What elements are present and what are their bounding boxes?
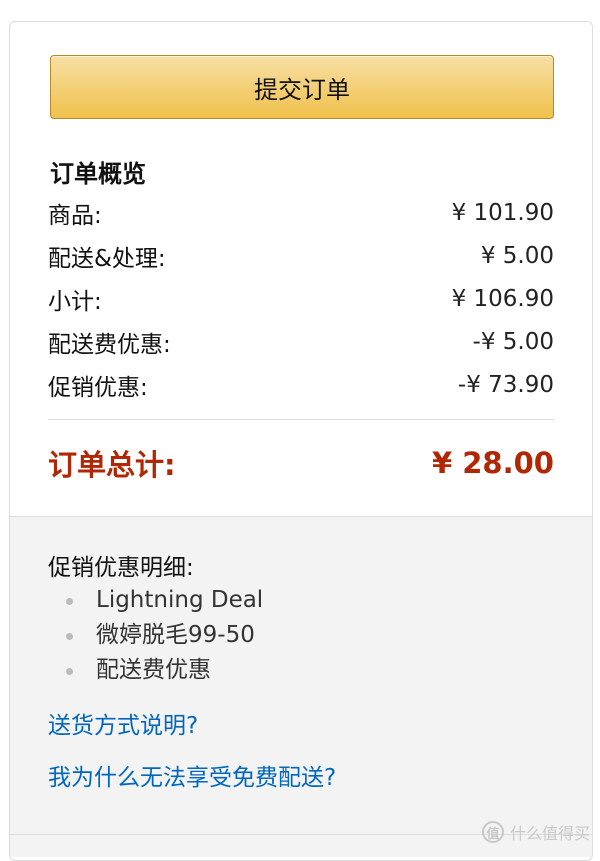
- promotion-item: 微婷脱毛99-50: [48, 618, 263, 653]
- row-label: 配送&处理:: [48, 246, 166, 272]
- order-total-row: 订单总计: ¥ 28.00: [48, 440, 554, 486]
- promotion-item-label: Lightning Deal: [96, 587, 264, 613]
- watermark-logo-icon: 值: [481, 821, 504, 843]
- row-label: 小计:: [48, 289, 102, 315]
- row-value: -¥ 73.90: [457, 372, 554, 398]
- bullet-icon: [66, 633, 73, 640]
- row-label: 配送费优惠:: [48, 332, 171, 358]
- promotion-item-label: 配送费优惠: [96, 657, 211, 683]
- summary-divider: [48, 419, 554, 420]
- row-value: ¥ 106.90: [451, 286, 554, 312]
- summary-row-shipping: 配送&处理: ¥ 5.00: [48, 239, 554, 273]
- row-value: ¥ 101.90: [451, 200, 554, 226]
- shipping-info-link[interactable]: 送货方式说明?: [48, 706, 198, 740]
- promotion-details-title: 促销优惠明细:: [48, 555, 194, 581]
- promotion-item-label: 微婷脱毛99-50: [96, 622, 255, 648]
- row-value: ¥ 5.00: [480, 243, 554, 269]
- order-summary-panel: 提交订单 订单概览 商品: ¥ 101.90 配送&处理: ¥ 5.00 小计:…: [9, 21, 593, 861]
- promotion-item: 配送费优惠: [48, 653, 263, 688]
- bullet-icon: [66, 668, 73, 675]
- summary-row-items: 商品: ¥ 101.90: [48, 196, 554, 230]
- order-total-value: ¥ 28.00: [431, 446, 554, 480]
- summary-row-subtotal: 小计: ¥ 106.90: [48, 282, 554, 316]
- place-order-button[interactable]: 提交订单: [50, 55, 554, 119]
- order-total-label: 订单总计:: [48, 448, 176, 482]
- summary-row-promotion: 促销优惠: -¥ 73.90: [48, 368, 554, 402]
- watermark-text: 什么值得买: [509, 824, 590, 843]
- summary-row-shipping-discount: 配送费优惠: -¥ 5.00: [48, 325, 554, 359]
- promotion-list: Lightning Deal 微婷脱毛99-50 配送费优惠: [48, 583, 263, 688]
- row-value: -¥ 5.00: [472, 329, 554, 355]
- bullet-icon: [66, 598, 73, 605]
- promotion-item: Lightning Deal: [48, 583, 263, 618]
- site-watermark: 值 什么值得买: [481, 820, 590, 844]
- row-label: 商品:: [48, 203, 102, 229]
- order-summary-title: 订单概览: [50, 160, 146, 188]
- row-label: 促销优惠:: [48, 375, 148, 401]
- why-no-free-shipping-link[interactable]: 我为什么无法享受免费配送?: [48, 758, 336, 792]
